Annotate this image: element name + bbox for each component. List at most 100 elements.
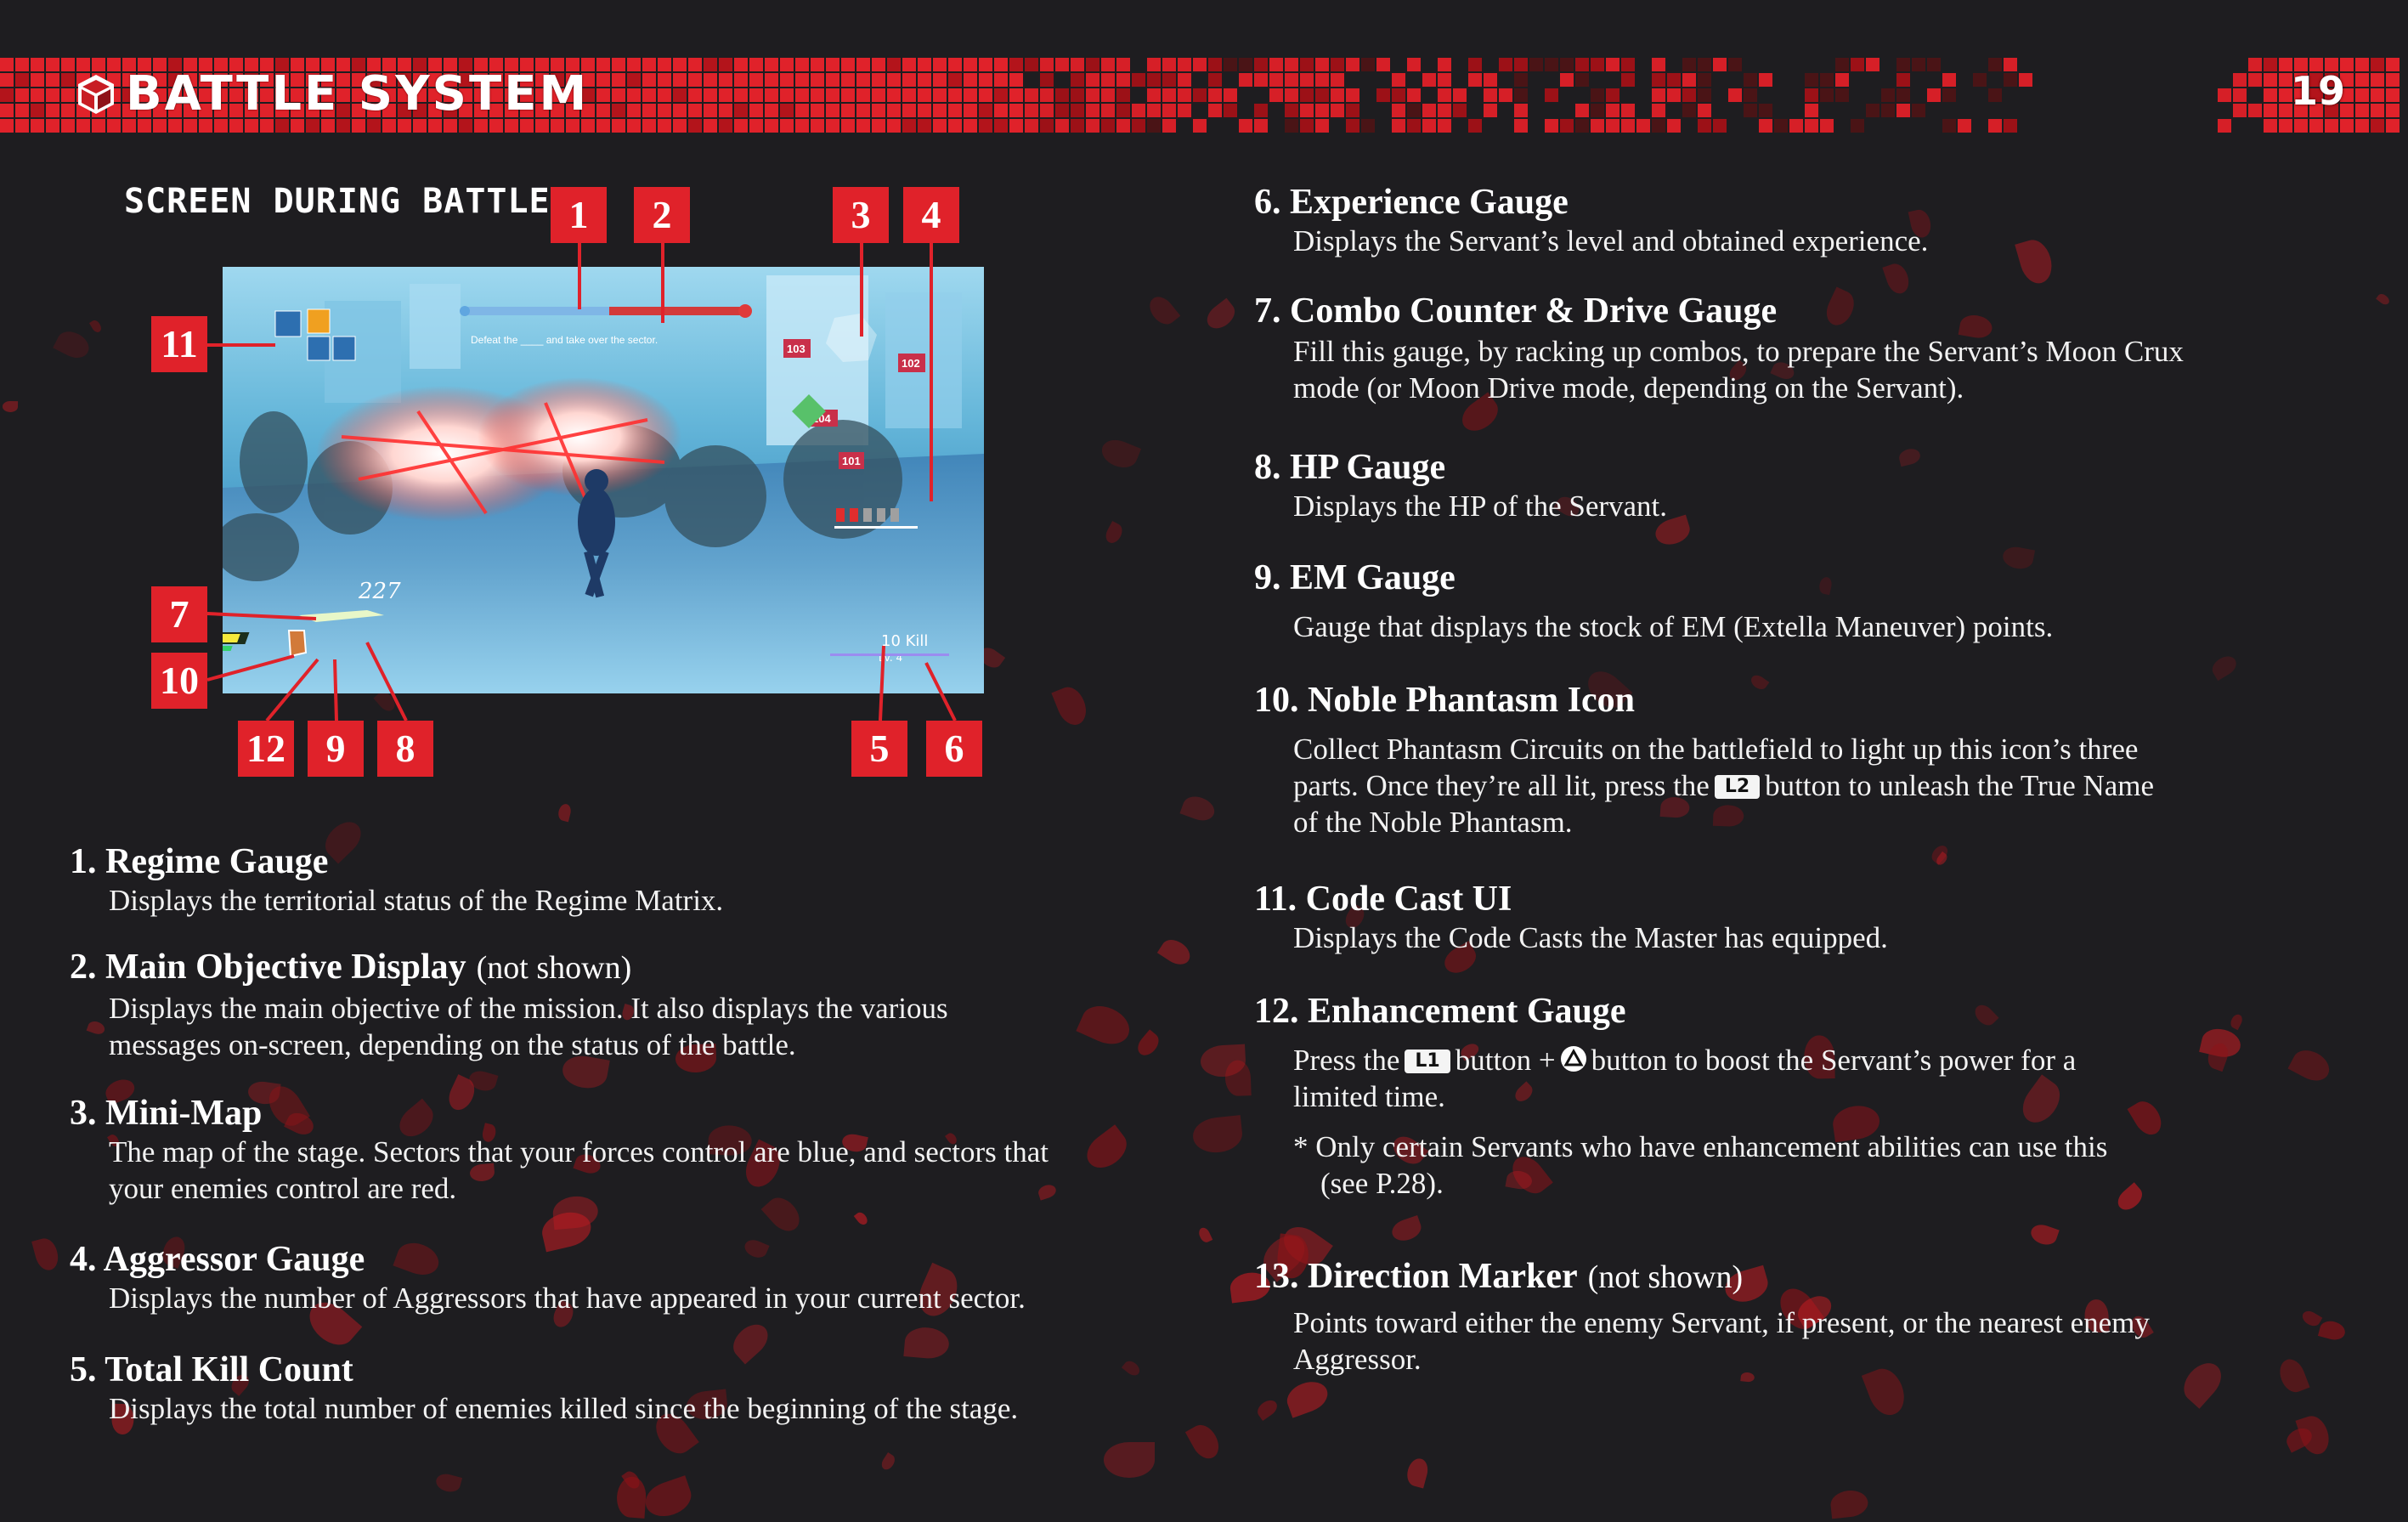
petal-decoration <box>1051 682 1092 729</box>
svg-text:103: 103 <box>787 342 805 355</box>
entry-desc: Gauge that displays the stock of EM (Ext… <box>1293 610 2054 643</box>
svg-text:Defeat the ____ and take over: Defeat the ____ and take over the sector… <box>471 334 658 346</box>
petal-decoration <box>1929 842 1951 865</box>
callout-8: 8 <box>377 721 433 777</box>
entry-desc: Fill this gauge, by racking up combos, t… <box>1293 335 2184 368</box>
petal-decoration <box>434 1471 463 1495</box>
entry-enhancement-gauge: 12. Enhancement Gauge Press the L1 button … <box>1254 991 2367 1202</box>
callout-11: 11 <box>151 316 207 372</box>
entry-combo-counter: 7. Combo Counter & Drive Gauge Fill this… <box>1254 291 2359 406</box>
petal-decoration <box>1282 1376 1331 1418</box>
entry-hp-gauge: 8. HP Gauge Displays the HP of the Serva… <box>1254 447 2359 524</box>
petal-decoration <box>641 1475 697 1522</box>
entry-desc: Displays the Code Casts the Master has e… <box>1293 921 1888 954</box>
callout-9: 9 <box>308 721 364 777</box>
petal-decoration <box>3 401 19 413</box>
entry-footnote: (see P.28). <box>1320 1167 1444 1200</box>
entry-desc: of the Noble Phantasm. <box>1293 806 1573 839</box>
entry-main-objective: 2. Main Objective Display (not shown) Dis… <box>70 947 1166 1063</box>
entry-desc: Displays the Servant’s level and obtaine… <box>1293 224 1929 257</box>
petal-decoration <box>854 1209 871 1227</box>
petal-decoration <box>1829 1488 1870 1519</box>
screen-heading: SCREEN DURING BATTLE <box>124 182 551 221</box>
entry-title: 5. Total Kill Count <box>70 1350 353 1389</box>
petal-decoration <box>1190 1114 1244 1155</box>
l1-button-icon: L1 <box>1405 1050 1450 1073</box>
entry-title: 8. HP Gauge <box>1254 448 1446 487</box>
petal-decoration <box>31 1236 62 1273</box>
petal-decoration <box>1144 291 1181 331</box>
entry-desc: Displays the number of Aggressors that h… <box>109 1282 1026 1315</box>
petal-decoration <box>1388 1215 1424 1245</box>
triangle-button-icon <box>1560 1046 1586 1072</box>
entry-desc-text: button to unleash the True Name <box>1765 769 2155 802</box>
entry-desc: Displays the total number of enemies kil… <box>109 1392 1019 1425</box>
callout-1: 1 <box>551 187 607 243</box>
entry-title: 3. Mini-Map <box>70 1094 263 1133</box>
svg-text:102: 102 <box>902 357 920 370</box>
entry-desc: The map of the stage. Sectors that your … <box>109 1135 1049 1168</box>
callout-3: 3 <box>833 187 889 243</box>
entry-desc: messages on-screen, depending on the sta… <box>109 1028 796 1061</box>
petal-decoration <box>616 1475 648 1519</box>
entry-title: 2. Main Objective Display <box>70 948 466 987</box>
entry-desc: Collect Phantasm Circuits on the battlef… <box>1293 733 2139 766</box>
entry-desc: Displays the HP of the Servant. <box>1293 489 1668 523</box>
entry-total-kill-count: 5. Total Kill Count Displays the total n… <box>70 1349 1191 1427</box>
entry-desc-text: button to boost the Servant’s power for … <box>1591 1044 2077 1077</box>
callout-6: 6 <box>926 721 982 777</box>
entry-note: (not shown) <box>476 950 632 986</box>
petal-decoration <box>2028 1221 2060 1248</box>
entry-title: 13. Direction Marker <box>1254 1257 1578 1296</box>
petal-decoration <box>1185 1420 1224 1464</box>
callout-4: 4 <box>903 187 959 243</box>
entry-code-cast-ui: 11. Code Cast UI Displays the Code Casts… <box>1254 879 2359 956</box>
entry-experience-gauge: 6. Experience Gauge Displays the Servant… <box>1254 182 2359 259</box>
entry-title: 11. Code Cast UI <box>1254 880 1512 919</box>
entry-desc: limited time. <box>1293 1080 1445 1113</box>
callout-5: 5 <box>851 721 907 777</box>
battle-screenshot: Defeat the ____ and take over the sector… <box>223 267 984 693</box>
entry-aggressor-gauge: 4. Aggressor Gauge Displays the number o… <box>70 1239 1191 1316</box>
entry-desc: Points toward either the enemy Servant, … <box>1293 1306 2150 1339</box>
entry-title: 4. Aggressor Gauge <box>70 1240 365 1279</box>
petal-decoration <box>2208 652 2241 681</box>
entry-em-gauge: 9. EM Gauge Gauge that displays the stoc… <box>1254 557 2359 645</box>
entry-noble-phantasm: 10. Noble Phantasm Icon Collect Phantasm… <box>1254 680 2367 840</box>
entry-desc-text: Press the <box>1293 1044 1400 1077</box>
entry-desc-text: parts. Once they’re all lit, press the <box>1293 769 1710 802</box>
entry-title: 1. Regime Gauge <box>70 842 329 881</box>
l2-button-icon: L2 <box>1714 775 1761 799</box>
petal-decoration <box>1404 1456 1431 1488</box>
entry-title: 12. Enhancement Gauge <box>1254 992 1626 1031</box>
section-title: BATTLE SYSTEM <box>126 66 590 122</box>
entry-title: 7. Combo Counter & Drive Gauge <box>1254 291 1778 331</box>
petal-decoration <box>2376 291 2392 307</box>
entry-note: (not shown) <box>1587 1259 1744 1295</box>
entry-regime-gauge: 1. Regime Gauge Displays the territorial… <box>70 841 1166 919</box>
petal-decoration <box>1097 435 1141 473</box>
svg-text:101: 101 <box>842 455 861 467</box>
entry-desc: Aggressor. <box>1293 1343 1422 1376</box>
entry-title: 9. EM Gauge <box>1254 558 1456 597</box>
entry-desc-text: button + <box>1455 1044 1556 1077</box>
entry-title: 10. Noble Phantasm Icon <box>1254 681 1636 720</box>
callout-12: 12 <box>238 721 294 777</box>
petal-decoration <box>1102 521 1126 546</box>
callout-10: 10 <box>151 653 207 709</box>
petal-decoration <box>1196 1225 1212 1244</box>
petal-decoration <box>879 1451 898 1472</box>
petal-decoration <box>466 1068 498 1095</box>
entry-desc: Displays the territorial status of the R… <box>109 884 724 917</box>
entry-desc: mode (or Moon Drive mode, depending on t… <box>1293 371 1964 405</box>
cube-icon <box>78 75 114 114</box>
petal-decoration <box>2295 1412 2334 1458</box>
petal-decoration <box>1180 792 1218 824</box>
petal-decoration <box>556 802 573 823</box>
petal-decoration <box>1199 1044 1247 1079</box>
page-number: 19 <box>2290 68 2345 114</box>
callout-7: 7 <box>151 586 207 642</box>
callout-2: 2 <box>634 187 690 243</box>
petal-decoration <box>1201 297 1240 334</box>
svg-text:10 Kill: 10 Kill <box>881 632 928 650</box>
